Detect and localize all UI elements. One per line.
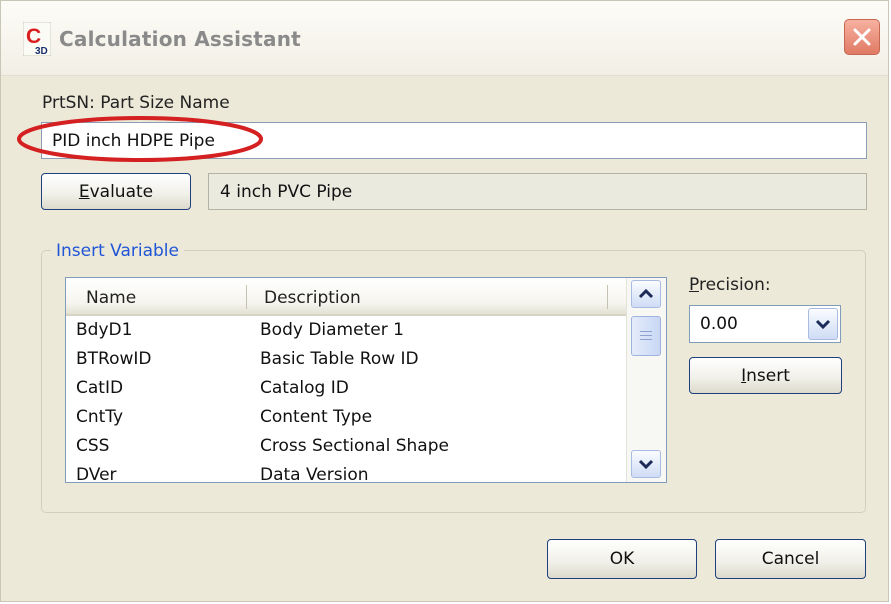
expression-value: PID inch HDPE Pipe xyxy=(52,130,215,151)
insert-label: nsert xyxy=(746,365,790,386)
column-header-description[interactable]: Description xyxy=(264,288,361,308)
variable-name: BTRowID xyxy=(76,349,152,369)
chevron-down-icon xyxy=(815,319,831,330)
column-header-name[interactable]: Name xyxy=(86,288,136,308)
precision-select[interactable]: 0.00 xyxy=(689,305,841,343)
grip-line xyxy=(640,331,652,332)
insert-variable-title: Insert Variable xyxy=(51,241,184,261)
precision-label: Precision: xyxy=(689,275,771,295)
expression-label: PrtSN: Part Size Name xyxy=(42,93,230,113)
column-divider[interactable] xyxy=(246,285,247,309)
app-icon-letter: C xyxy=(26,25,41,48)
chevron-down-icon xyxy=(638,459,654,470)
list-item[interactable]: BdyD1 Body Diameter 1 xyxy=(66,317,628,345)
evaluate-label: valuate xyxy=(89,181,154,202)
list-item[interactable]: CSS Cross Sectional Shape xyxy=(66,433,628,461)
variable-description: Content Type xyxy=(260,407,373,427)
evaluate-button[interactable]: Evaluate xyxy=(41,173,191,210)
vertical-scrollbar[interactable] xyxy=(626,278,666,482)
cancel-button[interactable]: Cancel xyxy=(715,539,866,579)
variable-description: Data Version xyxy=(260,465,369,483)
column-divider[interactable] xyxy=(607,285,608,309)
list-item[interactable]: CntTy Content Type xyxy=(66,404,628,432)
grip-line xyxy=(640,335,652,336)
scroll-thumb[interactable] xyxy=(631,316,661,356)
scroll-down-button[interactable] xyxy=(631,450,661,478)
app-icon-subscript: 3D xyxy=(35,46,48,56)
variable-description: Catalog ID xyxy=(260,378,349,398)
variable-description: Basic Table Row ID xyxy=(260,349,419,369)
precision-label-text: recision: xyxy=(698,275,771,295)
expression-input[interactable]: PID inch HDPE Pipe xyxy=(41,122,867,159)
precision-value: 0.00 xyxy=(700,314,738,334)
title-bar[interactable]: C 3D Calculation Assistant xyxy=(1,1,888,76)
chevron-up-icon xyxy=(638,288,654,299)
grip-line xyxy=(640,339,652,340)
evaluate-result-field: 4 inch PVC Pipe xyxy=(208,173,867,210)
ok-label: OK xyxy=(609,549,635,569)
variable-name: CntTy xyxy=(76,407,124,427)
precision-dropdown-button[interactable] xyxy=(808,308,838,340)
list-item[interactable]: DVer Data Version xyxy=(66,462,628,483)
close-icon xyxy=(853,28,871,46)
variable-name: CatID xyxy=(76,378,124,398)
variable-name: BdyD1 xyxy=(76,320,133,340)
variable-description: Body Diameter 1 xyxy=(260,320,404,340)
insert-button[interactable]: Insert xyxy=(689,357,842,394)
list-item[interactable]: BTRowID Basic Table Row ID xyxy=(66,346,628,374)
calculation-assistant-dialog: C 3D Calculation Assistant PrtSN: Part S… xyxy=(0,0,889,602)
variable-list-header: Name Description xyxy=(66,278,628,316)
civil3d-app-icon: C 3D xyxy=(22,21,52,57)
window-title: Calculation Assistant xyxy=(59,27,301,51)
list-item[interactable]: CatID Catalog ID xyxy=(66,375,628,403)
variable-description: Cross Sectional Shape xyxy=(260,436,449,456)
scroll-up-button[interactable] xyxy=(631,280,661,308)
variable-name: DVer xyxy=(76,465,117,483)
cancel-label: Cancel xyxy=(761,549,820,569)
evaluate-accesskey: E xyxy=(78,181,90,202)
evaluate-result: 4 inch PVC Pipe xyxy=(220,181,353,202)
close-button[interactable] xyxy=(844,19,880,55)
ok-button[interactable]: OK xyxy=(547,539,697,579)
precision-accesskey: P xyxy=(689,275,699,295)
variable-list[interactable]: Name Description BdyD1 Body Diameter 1 B… xyxy=(65,277,667,483)
variable-name: CSS xyxy=(76,436,110,456)
